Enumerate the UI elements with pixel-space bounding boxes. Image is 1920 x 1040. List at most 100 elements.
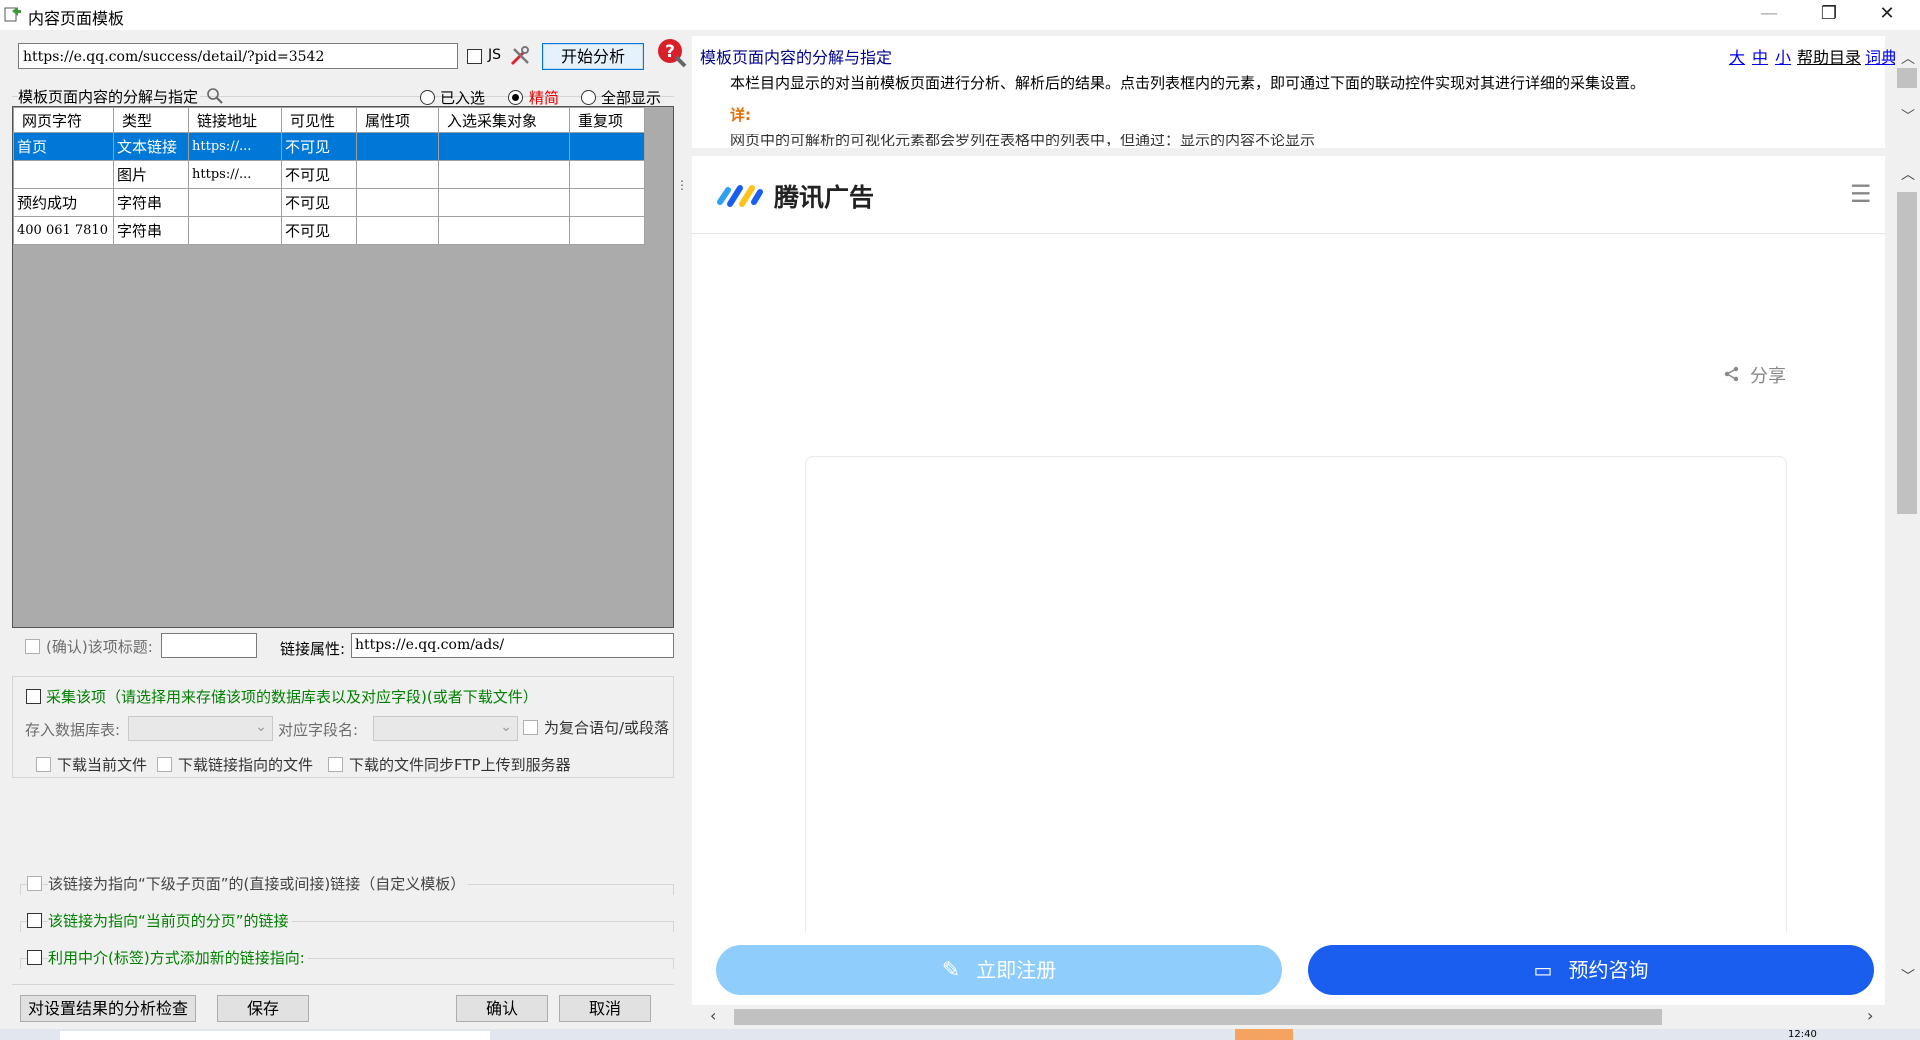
collect-checkbox[interactable] xyxy=(26,689,41,704)
share-label[interactable]: 分享 xyxy=(1750,362,1786,388)
column-header[interactable]: 链接地址 xyxy=(188,107,282,133)
link-attr-field[interactable]: https://e.qq.com/ads/ xyxy=(351,633,674,658)
scroll-right-icon[interactable]: › xyxy=(1867,1006,1873,1025)
compound-checkbox[interactable] xyxy=(523,720,538,735)
help-question-icon[interactable]: ? xyxy=(656,37,688,69)
close-button[interactable]: ✕ xyxy=(1864,0,1910,30)
save-button[interactable]: 保存 xyxy=(217,995,309,1022)
footer-divider xyxy=(12,984,674,986)
minimize-button[interactable]: — xyxy=(1746,0,1792,30)
consult-button[interactable]: ▭ 预约咨询 xyxy=(1308,945,1874,995)
column-header[interactable]: 入选采集对象 xyxy=(438,107,570,133)
pagination-checkbox[interactable] xyxy=(27,913,42,928)
app-icon xyxy=(4,7,21,22)
column-header[interactable]: 属性项 xyxy=(356,107,439,133)
elements-grid[interactable]: 网页字符 类型 链接地址 可见性 属性项 入选采集对象 重复项 首页 文本链接 … xyxy=(12,106,674,628)
cell-text: 首页 xyxy=(13,132,114,161)
scroll-thumb[interactable] xyxy=(734,1009,1662,1025)
table-row[interactable]: 400 061 7810 字符串 不可见 xyxy=(13,216,645,245)
db-table-select[interactable]: ⌄ xyxy=(128,716,273,741)
filter-radio-all[interactable] xyxy=(581,90,596,105)
scroll-thumb[interactable] xyxy=(1897,192,1917,514)
column-header[interactable]: 重复项 xyxy=(569,107,645,133)
cell-selected-obj xyxy=(438,160,570,189)
tencent-ads-logo-icon xyxy=(717,185,763,207)
download-link-checkbox[interactable] xyxy=(157,757,172,772)
cell-link: https://... xyxy=(188,132,282,161)
cell-repeat xyxy=(569,160,645,189)
table-row[interactable]: 首页 文本链接 https://... 不可见 xyxy=(13,132,645,161)
download-current-checkbox[interactable] xyxy=(36,757,51,772)
collect-label: 采集该项（请选择用来存储该项的数据库表以及对应字段)(或者下载文件） xyxy=(46,688,538,706)
share-icon[interactable] xyxy=(1723,365,1741,383)
subpage-label: 该链接为指向“下级子页面”的(直接或间接)链接（自定义模板） xyxy=(48,873,469,894)
cell-type: 字符串 xyxy=(113,188,189,217)
help-detail-label: 详: xyxy=(730,106,751,124)
url-input[interactable]: https://e.qq.com/success/detail/?pid=354… xyxy=(18,43,458,69)
field-select[interactable]: ⌄ xyxy=(373,716,518,741)
cell-repeat xyxy=(569,216,645,245)
hamburger-menu-icon[interactable]: ☰ xyxy=(1850,180,1872,208)
cell-repeat xyxy=(569,132,645,161)
taskbar-search[interactable] xyxy=(60,1031,490,1040)
vertical-scrollbar[interactable]: ︿ ﹀ xyxy=(1895,156,1920,1005)
cell-type: 字符串 xyxy=(113,216,189,245)
help-index-link[interactable]: 帮助目录 xyxy=(1797,44,1861,68)
db-table-label: 存入数据库表: xyxy=(25,721,121,739)
subpage-checkbox[interactable] xyxy=(27,876,42,891)
dictionary-link[interactable]: 词典 xyxy=(1865,44,1897,68)
cancel-button[interactable]: 取消 xyxy=(559,995,651,1022)
column-header[interactable]: 网页字符 xyxy=(13,107,114,133)
cell-visibility: 不可见 xyxy=(281,160,357,189)
cell-selected-obj xyxy=(438,188,570,217)
table-row[interactable]: 图片 https://... 不可见 xyxy=(13,160,645,189)
js-checkbox[interactable] xyxy=(467,49,482,64)
confirm-title-checkbox[interactable] xyxy=(25,639,40,654)
taskbar-clock: 12:40 xyxy=(1788,1029,1817,1040)
brand-name: 腾讯广告 xyxy=(774,183,875,212)
scroll-up-icon[interactable]: ︿ xyxy=(1901,164,1915,184)
title-bar xyxy=(0,0,1920,30)
font-size-large-link[interactable]: 大 xyxy=(1729,44,1745,68)
field-label: 对应字段名: xyxy=(278,721,359,739)
scroll-down-icon[interactable]: ﹀ xyxy=(1901,106,1915,126)
confirm-title-label: (确认)该项标题: xyxy=(46,638,153,656)
chat-icon: ▭ xyxy=(1533,958,1553,982)
register-button[interactable]: ✎ 立即注册 xyxy=(716,945,1282,995)
filter-radio-selected[interactable] xyxy=(420,90,435,105)
taskbar-app-highlight[interactable] xyxy=(1235,1029,1293,1040)
table-row[interactable]: 预约成功 字符串 不可见 xyxy=(13,188,645,217)
cell-attr xyxy=(356,132,439,161)
help-title: 模板页面内容的分解与指定 xyxy=(700,48,893,67)
scroll-left-icon[interactable]: ‹ xyxy=(710,1006,716,1025)
restore-button[interactable]: ❐ xyxy=(1806,0,1852,30)
scroll-down-icon[interactable]: ﹀ xyxy=(1901,966,1915,986)
scroll-up-icon[interactable]: ︿ xyxy=(1901,48,1915,68)
column-header[interactable]: 类型 xyxy=(113,107,189,133)
analyze-button[interactable]: 开始分析 xyxy=(542,43,644,70)
intermediary-checkbox[interactable] xyxy=(27,950,42,965)
help-text-line: 本栏目内显示的对当前模板页面进行分析、解析后的结果。点击列表框内的元素，即可通过… xyxy=(730,74,1646,92)
column-header[interactable]: 可见性 xyxy=(281,107,357,133)
search-icon[interactable] xyxy=(206,87,224,105)
cell-link xyxy=(188,216,282,245)
font-size-medium-link[interactable]: 中 xyxy=(1752,44,1768,68)
filter-radio-simple[interactable] xyxy=(508,90,523,105)
horizontal-scrollbar[interactable]: ‹ › xyxy=(692,1005,1885,1029)
help-scrollbar[interactable]: ︿ ﹀ xyxy=(1895,44,1920,136)
cell-type: 图片 xyxy=(113,160,189,189)
splitter-handle[interactable]: ⋮ xyxy=(676,178,688,192)
font-size-small-link[interactable]: 小 xyxy=(1775,44,1791,68)
cell-selected-obj xyxy=(438,216,570,245)
download-ftp-checkbox[interactable] xyxy=(328,757,343,772)
cell-attr xyxy=(356,188,439,217)
title-field[interactable] xyxy=(161,633,257,658)
scroll-thumb[interactable] xyxy=(1897,68,1917,88)
consult-label: 预约咨询 xyxy=(1568,958,1649,982)
ok-button[interactable]: 确认 xyxy=(456,995,548,1022)
download-link-label: 下载链接指向的文件 xyxy=(178,756,314,774)
compound-label: 为复合语句/或段落 xyxy=(544,719,670,737)
analysis-check-button[interactable]: 对设置结果的分析检查 xyxy=(20,995,196,1022)
tools-icon[interactable] xyxy=(509,45,531,67)
cell-visibility: 不可见 xyxy=(281,216,357,245)
